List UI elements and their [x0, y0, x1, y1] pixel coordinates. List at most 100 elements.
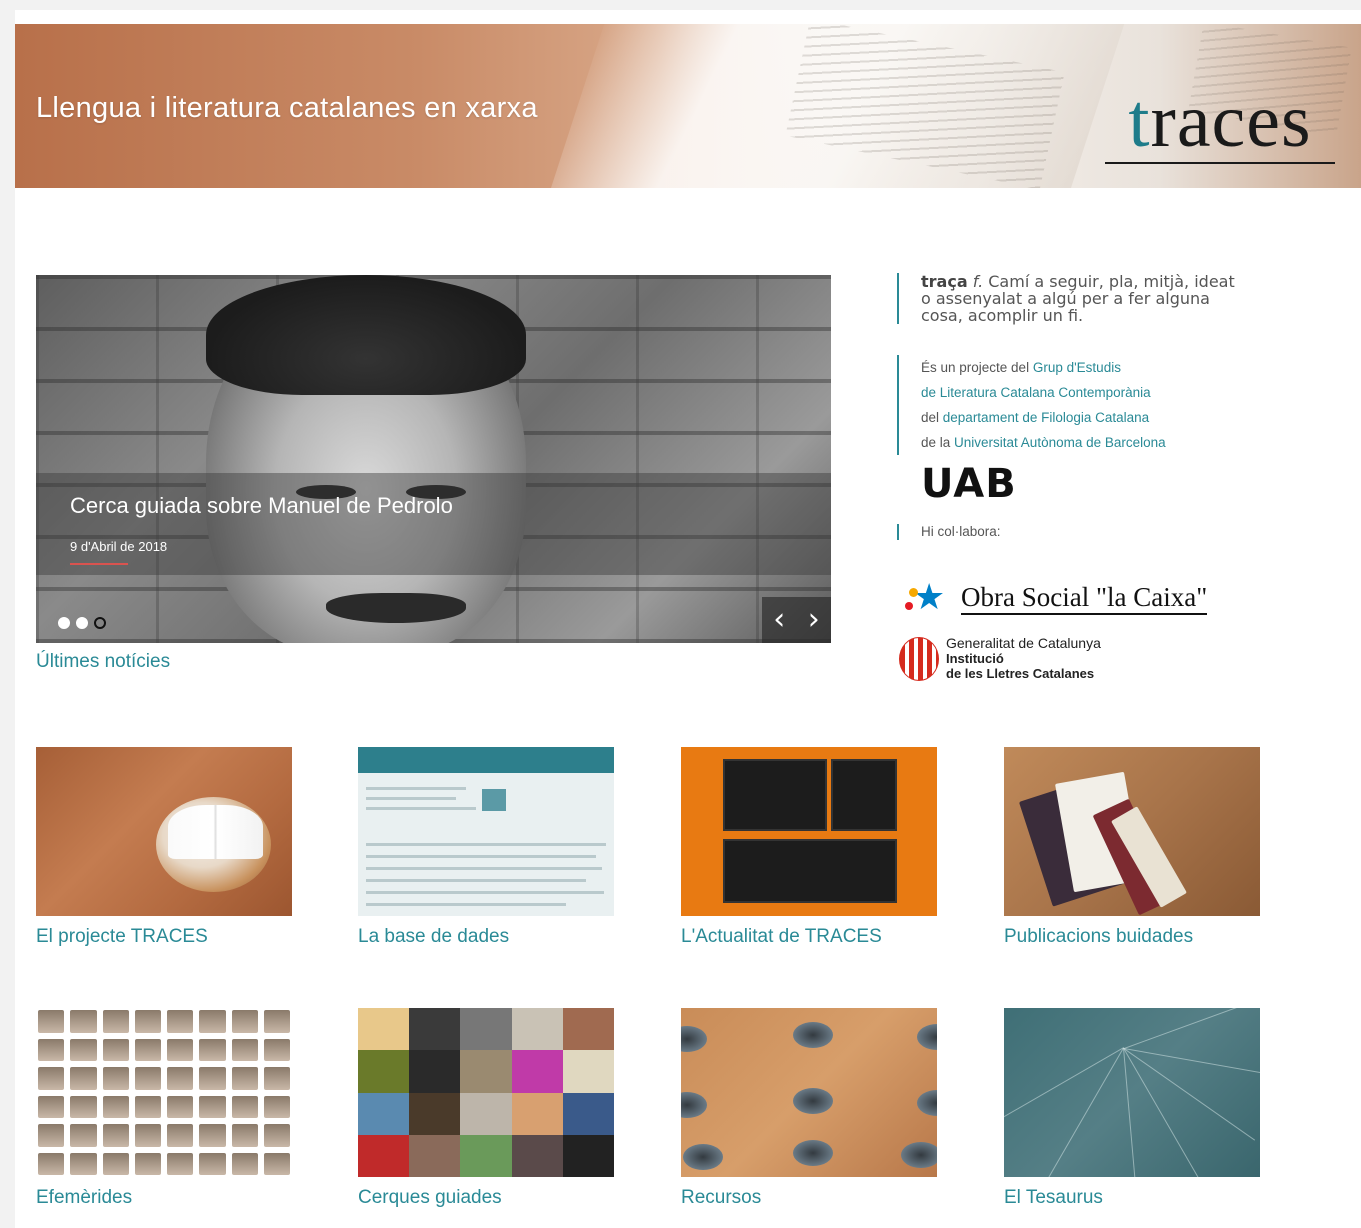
- face-thumb: [134, 1038, 161, 1061]
- tile-label-guided-searches[interactable]: Cerques guiades: [358, 1187, 614, 1209]
- slide-title[interactable]: Cerca guiada sobre Manuel de Pedrolo: [70, 493, 453, 519]
- tile-image-resources[interactable]: [681, 1008, 937, 1177]
- gencat-line-1: Generalitat de Catalunya: [946, 635, 1101, 651]
- hole: [681, 1092, 707, 1118]
- face-thumb: [102, 1152, 129, 1175]
- face-thumb: [38, 1124, 65, 1147]
- tile-label-publications[interactable]: Publicacions buidades: [1004, 926, 1260, 948]
- group-link-2[interactable]: de Literatura Catalana Contemporània: [921, 385, 1151, 400]
- tile-label-thesaurus[interactable]: El Tesaurus: [1004, 1187, 1260, 1209]
- tile-label-actualitat[interactable]: L'Actualitat de TRACES: [681, 926, 937, 948]
- latest-news-link[interactable]: Últimes notícies: [36, 651, 170, 673]
- tile-label-project[interactable]: El projecte TRACES: [36, 926, 292, 948]
- face-thumb: [38, 1095, 65, 1118]
- caixa-star-red-dot: [905, 602, 913, 610]
- uab-logo[interactable]: UAB: [921, 462, 1017, 506]
- tile-project[interactable]: El projecte TRACES: [36, 747, 292, 948]
- mosaic-cell: [358, 1008, 410, 1051]
- hole: [793, 1140, 833, 1166]
- screenshot-line: [366, 797, 456, 800]
- thesaurus-ray: [1004, 1047, 1124, 1128]
- logo-first-letter: t: [1128, 79, 1151, 163]
- project-line-4-prefix: de la: [921, 435, 955, 450]
- slide-portrait-mustache: [326, 593, 466, 623]
- slide-date: 9 d'Abril de 2018: [70, 539, 168, 554]
- screenshot-line: [366, 891, 604, 894]
- tile-image-efemerides[interactable]: [36, 1008, 292, 1177]
- tile-image-actualitat[interactable]: [681, 747, 937, 916]
- tile-actualitat[interactable]: L'Actualitat de TRACES: [681, 747, 937, 948]
- tile-publications[interactable]: Publicacions buidades: [1004, 747, 1260, 948]
- screenshot-header-bar: [358, 747, 614, 773]
- definition-text: Camí a seguir, pla, mitjà, ideat o assen…: [921, 272, 1235, 325]
- tile-label-resources[interactable]: Recursos: [681, 1187, 937, 1209]
- la-caixa-logo[interactable]: ★ Obra Social "la Caixa": [899, 576, 1208, 620]
- face-thumb: [199, 1095, 226, 1118]
- mosaic-cell: [358, 1134, 410, 1177]
- slider-dot-2[interactable]: [76, 617, 88, 629]
- slide-date-underline: [70, 563, 128, 565]
- mosaic-cell: [511, 1092, 563, 1135]
- chevron-right-icon[interactable]: ›: [808, 605, 820, 635]
- page: Llengua i literatura catalanes en xarxa …: [15, 10, 1361, 1228]
- face-thumb: [199, 1010, 226, 1033]
- mosaic-cell: [409, 1092, 461, 1135]
- department-link[interactable]: departament de Filologia Catalana: [943, 410, 1149, 425]
- face-thumb: [231, 1010, 258, 1033]
- face-thumb: [263, 1038, 290, 1061]
- mosaic-cell: [409, 1050, 461, 1093]
- tile-image-guided-searches[interactable]: [358, 1008, 614, 1177]
- face-thumb: [231, 1095, 258, 1118]
- logo-rest: races: [1150, 79, 1312, 163]
- tile-resources[interactable]: Recursos: [681, 1008, 937, 1209]
- face-thumb: [70, 1152, 97, 1175]
- hole: [683, 1144, 723, 1170]
- tile-database[interactable]: La base de dades: [358, 747, 614, 948]
- news-slider[interactable]: Cerca guiada sobre Manuel de Pedrolo 9 d…: [36, 275, 831, 643]
- hole: [901, 1142, 937, 1168]
- mosaic-cell: [562, 1092, 614, 1135]
- chevron-left-icon[interactable]: ‹: [773, 605, 785, 635]
- mosaic-cell: [460, 1008, 512, 1051]
- screen-thumb: [723, 839, 897, 903]
- face-thumb: [134, 1095, 161, 1118]
- face-thumb: [102, 1010, 129, 1033]
- tile-label-database[interactable]: La base de dades: [358, 926, 614, 948]
- slider-dots: [58, 617, 106, 629]
- screen-thumb: [723, 759, 827, 831]
- tile-label-efemerides[interactable]: Efemèrides: [36, 1187, 292, 1209]
- mosaic-cell: [562, 1134, 614, 1177]
- tile-guided-searches[interactable]: Cerques guiades: [358, 1008, 614, 1209]
- university-link[interactable]: Universitat Autònoma de Barcelona: [954, 435, 1166, 450]
- screen-thumb: [831, 759, 897, 831]
- tile-image-project[interactable]: [36, 747, 292, 916]
- mosaic-cell: [358, 1092, 410, 1135]
- face-thumb: [199, 1152, 226, 1175]
- generalitat-logo[interactable]: Generalitat de Catalunya Institució de l…: [899, 636, 1101, 681]
- slider-dot-1[interactable]: [58, 617, 70, 629]
- tile-efemerides[interactable]: Efemèrides: [36, 1008, 292, 1209]
- thesaurus-ray: [1123, 1048, 1256, 1141]
- face-thumb: [263, 1067, 290, 1090]
- traces-logo[interactable]: traces: [1105, 83, 1335, 164]
- face-thumb: [102, 1095, 129, 1118]
- slider-dot-3[interactable]: [94, 617, 106, 629]
- face-thumb: [70, 1124, 97, 1147]
- thesaurus-ray: [1124, 1008, 1260, 1049]
- generalitat-text: Generalitat de Catalunya Institució de l…: [946, 635, 1101, 682]
- face-thumb: [102, 1067, 129, 1090]
- caixa-star-icon: ★: [899, 576, 953, 620]
- face-thumb: [167, 1095, 194, 1118]
- senyera-icon: [899, 636, 939, 681]
- tile-image-database[interactable]: [358, 747, 614, 916]
- tile-thesaurus[interactable]: El Tesaurus: [1004, 1008, 1260, 1209]
- mosaic-cell: [409, 1008, 461, 1051]
- mosaic-cell: [460, 1050, 512, 1093]
- face-thumb: [167, 1124, 194, 1147]
- tile-image-thesaurus[interactable]: [1004, 1008, 1260, 1177]
- tile-image-publications[interactable]: [1004, 747, 1260, 916]
- hole: [793, 1022, 833, 1048]
- group-link[interactable]: Grup d'Estudis: [1033, 360, 1121, 375]
- face-thumb: [70, 1010, 97, 1033]
- face-thumb: [134, 1124, 161, 1147]
